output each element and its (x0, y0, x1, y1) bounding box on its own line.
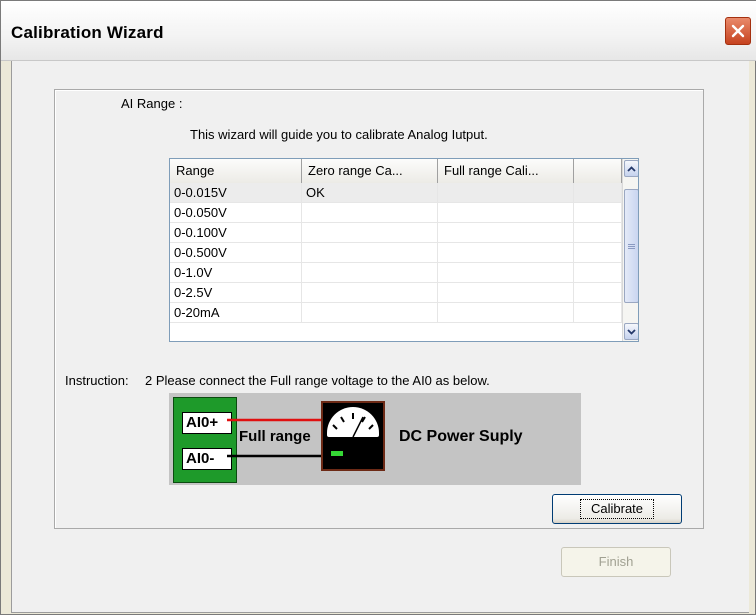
close-button[interactable] (725, 17, 751, 45)
intro-text: This wizard will guide you to calibrate … (190, 127, 488, 142)
instruction-text: 2 Please connect the Full range voltage … (145, 373, 490, 388)
grip-icon (628, 243, 635, 249)
table-cell (574, 243, 622, 262)
table-cell: 0-20mA (170, 303, 302, 322)
calibration-wizard-window: Calibration Wizard AI Range : This wizar… (0, 0, 756, 615)
table-cell (574, 283, 622, 302)
table-cell (302, 223, 438, 242)
table-row[interactable]: 0-2.5V (170, 283, 622, 303)
range-table[interactable]: Range Zero range Ca... Full range Cali..… (169, 158, 639, 342)
column-header-range[interactable]: Range (170, 159, 302, 183)
table-cell (302, 243, 438, 262)
table-row[interactable]: 0-0.100V (170, 223, 622, 243)
table-cell (574, 303, 622, 322)
table-row[interactable]: 0-0.050V (170, 203, 622, 223)
wire-label: Full range (239, 428, 311, 445)
table-body: 0-0.015V OK 0-0.050V 0-0.100V 0-0.500V 0-1.0V… (170, 183, 622, 323)
scroll-down-arrow-icon (627, 328, 636, 335)
ai-range-label: AI Range : (121, 96, 183, 111)
table-cell (438, 243, 574, 262)
column-header-extra[interactable] (574, 159, 622, 183)
table-cell (574, 223, 622, 242)
calibrate-button-label: Calibrate (579, 499, 655, 519)
table-cell: 0-0.015V (170, 183, 302, 202)
table-cell (574, 183, 622, 202)
power-supply-meter (321, 401, 385, 471)
calibration-group-box: AI Range : This wizard will guide you to… (54, 89, 704, 529)
table-cell (438, 263, 574, 282)
table-cell: OK (302, 183, 438, 202)
table-cell: 0-0.100V (170, 223, 302, 242)
table-cell: 0-0.500V (170, 243, 302, 262)
meter-dial (327, 407, 379, 437)
scroll-up-arrow-icon (627, 165, 636, 172)
table-header: Range Zero range Ca... Full range Cali..… (170, 159, 622, 184)
table-cell (302, 283, 438, 302)
table-row[interactable]: 0-1.0V (170, 263, 622, 283)
table-cell: 0-0.050V (170, 203, 302, 222)
table-row[interactable]: 0-0.500V (170, 243, 622, 263)
close-icon (731, 24, 745, 38)
table-cell (302, 303, 438, 322)
calibrate-button[interactable]: Calibrate (552, 494, 682, 524)
table-cell: 0-2.5V (170, 283, 302, 302)
scroll-thumb[interactable] (624, 189, 638, 303)
table-cell (438, 223, 574, 242)
wiring-diagram: AI0+ AI0- Full range DC Power Suply (169, 393, 581, 485)
table-cell: 0-1.0V (170, 263, 302, 282)
column-header-full-range[interactable]: Full range Cali... (438, 159, 574, 183)
table-cell (302, 203, 438, 222)
wizard-body: AI Range : This wizard will guide you to… (11, 61, 749, 613)
table-row[interactable]: 0-20mA (170, 303, 622, 323)
window-title: Calibration Wizard (11, 23, 164, 42)
instruction-label: Instruction: (65, 373, 129, 388)
indicator-led (331, 451, 343, 456)
table-cell (302, 263, 438, 282)
scroll-up-button[interactable] (624, 160, 638, 177)
table-cell (438, 183, 574, 202)
device-label: DC Power Suply (399, 428, 523, 445)
title-bar[interactable]: Calibration Wizard (1, 1, 756, 61)
analog-meter-icon (332, 413, 374, 437)
finish-button[interactable]: Finish (561, 547, 671, 577)
table-cell (438, 283, 574, 302)
table-cell (438, 303, 574, 322)
column-header-zero-range[interactable]: Zero range Ca... (302, 159, 438, 183)
table-cell (574, 263, 622, 282)
table-cell (574, 203, 622, 222)
scroll-down-button[interactable] (624, 323, 638, 340)
vertical-scrollbar[interactable] (622, 159, 638, 341)
table-row[interactable]: 0-0.015V OK (170, 183, 622, 203)
table-cell (438, 203, 574, 222)
